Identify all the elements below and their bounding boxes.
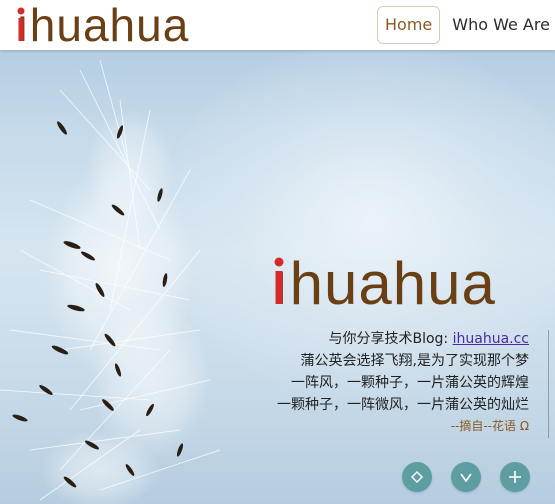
svg-text:ıhuahua: ıhuahua xyxy=(16,3,189,47)
quote-line: 蒲公英会选择飞翔,是为了实现那个梦 xyxy=(300,353,529,369)
diamond-icon xyxy=(411,471,423,483)
svg-text:ıhuahua: ıhuahua xyxy=(272,252,496,310)
plus-button[interactable] xyxy=(500,462,530,492)
nav-who-we-are[interactable]: Who We Are xyxy=(444,6,555,44)
chevron-down-icon xyxy=(460,473,472,483)
diamond-button[interactable] xyxy=(402,462,432,492)
site-logo[interactable]: ıhuahua xyxy=(14,3,226,47)
page: ıhuahua Home Who We Are ıhuahua 与你分享技术Bl… xyxy=(0,0,555,504)
blog-link[interactable]: ihuahua.cc xyxy=(453,331,529,347)
hero-logo: ıhuahua xyxy=(272,252,496,310)
scroll-down-button[interactable] xyxy=(451,462,481,492)
quote-intro: 与你分享技术Blog: xyxy=(328,331,453,347)
quote-line: 一阵风，一颗种子，一片蒲公英的辉煌 xyxy=(291,375,529,391)
quote-line: 一颗种子，一阵微风，一片蒲公英的灿烂 xyxy=(277,397,529,413)
quote-divider xyxy=(548,330,549,438)
quote-intro-line: 与你分享技术Blog: ihuahua.cc xyxy=(277,328,529,350)
navbar: ıhuahua Home Who We Are xyxy=(0,0,555,50)
quote-source: --摘自--花语 Ω xyxy=(450,419,529,433)
dandelion-image xyxy=(0,59,221,504)
nav-home[interactable]: Home xyxy=(377,6,441,44)
plus-icon xyxy=(509,471,521,483)
hero-quote: 与你分享技术Blog: ihuahua.cc 蒲公英会选择飞翔,是为了实现那个梦… xyxy=(277,328,529,436)
main-nav: Home Who We Are xyxy=(377,6,555,44)
